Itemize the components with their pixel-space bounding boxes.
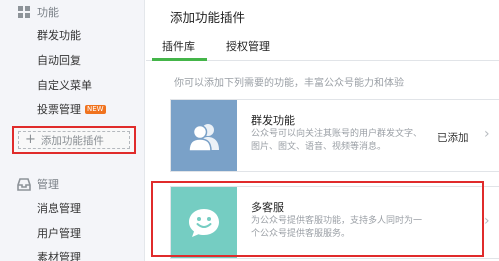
new-badge: NEW xyxy=(85,105,106,114)
plugin-thumb xyxy=(171,100,237,171)
plugin-description: 公众号可以向关注其账号的用户群发文字、图片、图文、语音、视频等消息。 xyxy=(251,129,423,152)
page-title: 添加功能插件 xyxy=(170,10,246,25)
sidebar-item-custom-menu[interactable]: 自定义菜单 xyxy=(37,79,92,93)
plugin-status: 已添加 xyxy=(437,132,469,144)
tab-plugin-library[interactable]: 插件库 xyxy=(162,38,195,54)
add-plugin-button[interactable]: + 添加功能插件 xyxy=(18,131,130,149)
sidebar-item-materials[interactable]: 素材管理 xyxy=(37,251,81,261)
section-title-management: 管理 xyxy=(37,178,59,191)
chevron-right-icon: › xyxy=(484,213,490,229)
tab-bar: 插件库 授权管理 xyxy=(146,34,499,61)
sidebar: 功能 群发功能 自动回复 自定义菜单 投票管理 NEW + 添加功能插件 管理 消… xyxy=(0,0,145,261)
plugin-card-mass-send[interactable]: 群发功能 公众号可以向关注其账号的用户群发文字、图片、图文、语音、视频等消息。 … xyxy=(170,99,499,172)
section-title-features: 功能 xyxy=(37,6,59,19)
active-tab-indicator xyxy=(152,58,207,61)
sidebar-item-vote-management[interactable]: 投票管理 NEW xyxy=(37,103,106,117)
sidebar-item-auto-reply[interactable]: 自动回复 xyxy=(37,54,81,68)
sidebar-item-users[interactable]: 用户管理 xyxy=(37,227,81,241)
sidebar-item-mass-send[interactable]: 群发功能 xyxy=(37,29,81,43)
add-plugin-label: 添加功能插件 xyxy=(40,134,104,147)
tray-icon xyxy=(17,178,31,191)
plus-icon: + xyxy=(25,132,36,147)
hint-text: 你可以添加下列需要的功能，丰富公众号能力和体验 xyxy=(174,78,404,89)
add-plugin-highlight-box: + 添加功能插件 xyxy=(12,126,136,154)
sidebar-item-messages[interactable]: 消息管理 xyxy=(37,202,81,216)
sidebar-item-label: 投票管理 xyxy=(37,103,81,116)
chevron-right-icon: › xyxy=(484,126,490,142)
grid-icon xyxy=(18,6,30,18)
users-icon xyxy=(188,123,219,151)
plugin-highlight-box xyxy=(151,181,484,257)
plugin-name: 群发功能 xyxy=(251,114,295,127)
tab-authorization[interactable]: 授权管理 xyxy=(226,38,270,54)
